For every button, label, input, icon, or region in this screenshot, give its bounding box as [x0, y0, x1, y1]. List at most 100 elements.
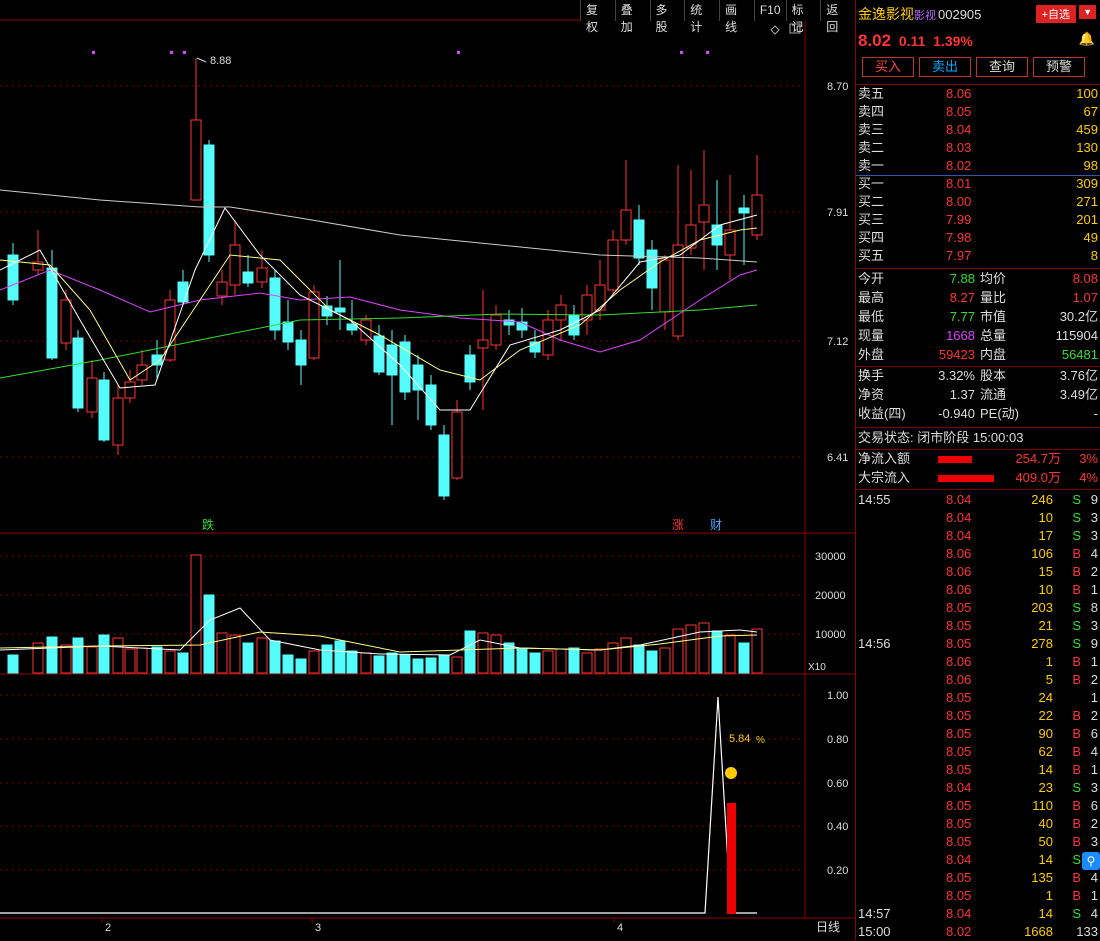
candle-body — [203, 144, 215, 256]
volume-bar — [136, 647, 148, 674]
tick-price: 8.02 — [946, 924, 972, 939]
stat-label: 内盘 — [980, 347, 1007, 362]
tick-volume: 90 — [1038, 726, 1053, 741]
ind-unit: % — [756, 735, 765, 746]
flow-bar — [938, 475, 994, 482]
tick-price: 8.04 — [946, 528, 972, 543]
stat-row: 净资 1.37 流通 3.49亿 — [856, 386, 1100, 404]
flow-pct: 4% — [1079, 470, 1098, 485]
stat-value: 7.77 — [949, 309, 975, 324]
stat-value: 7.88 — [949, 271, 975, 286]
tick-side: S — [1072, 528, 1081, 543]
price-line: 8.02 0.11 1.39% — [858, 31, 973, 51]
alert-bell-icon[interactable]: 🔔 — [1079, 31, 1095, 47]
signal-dot — [706, 51, 709, 54]
tick-count: 3 — [1090, 510, 1098, 525]
toolbar-button-6[interactable]: 标记 — [785, 0, 821, 34]
signal-dot — [170, 51, 173, 54]
trade-button-3[interactable]: 预警 — [1033, 57, 1085, 77]
order-price: 8.01 — [946, 176, 972, 191]
volume-bar — [86, 646, 98, 674]
kline-chart-area[interactable]: 8.70 7.91 7.12 6.41 30000 20000 10000 X10 1.00 0.… — [0, 0, 855, 940]
order-volume: 8 — [1090, 248, 1098, 263]
toolbar-button-3[interactable]: 统计 — [684, 0, 719, 34]
candle-body — [46, 267, 58, 359]
tick-side: B — [1072, 672, 1081, 687]
stat-label: 均价 — [980, 271, 1007, 286]
price-tick-label: 8.70 — [827, 81, 848, 93]
watchlist-dropdown-icon[interactable]: ▼ — [1079, 5, 1096, 19]
toolbar-button-5[interactable]: F10 — [753, 0, 786, 21]
tick-volume: 23 — [1038, 780, 1053, 795]
volume-bar — [190, 554, 202, 674]
tick-price: 8.05 — [946, 888, 972, 903]
trade-button-2[interactable]: 查询 — [976, 57, 1028, 77]
volume-bar — [151, 646, 163, 674]
tick-price: 8.05 — [946, 744, 972, 759]
tick-count: 4 — [1090, 744, 1098, 759]
tick-volume: 1 — [1045, 654, 1053, 669]
toolbar-button-0[interactable]: 复权 — [580, 0, 615, 34]
stat-value: -0.940 — [938, 406, 975, 421]
tick-time: 14:56 — [858, 636, 891, 651]
kline-chart[interactable]: 8.70 7.91 7.12 6.41 30000 20000 10000 X10 1.00 0.… — [0, 0, 855, 940]
toolbar-button-4[interactable]: 画线 — [719, 0, 754, 34]
indicator-bar — [727, 803, 736, 914]
order-volume: 201 — [1076, 212, 1098, 227]
tick-volume: 17 — [1038, 528, 1053, 543]
volume-bar — [581, 652, 593, 674]
order-label: 卖二 — [858, 140, 885, 155]
toolbar-button-1[interactable]: 叠加 — [614, 0, 650, 34]
volume-bar — [659, 647, 671, 674]
tick-count: 6 — [1090, 726, 1098, 741]
volume-bar — [425, 657, 437, 674]
candle-body — [412, 364, 424, 391]
tick-time: 15:00 — [858, 924, 891, 939]
toolbar-button-2[interactable]: 多股 — [649, 0, 685, 34]
toolbar-button-7[interactable]: 返回 — [820, 0, 855, 34]
tick-count: 3 — [1090, 780, 1098, 795]
tick-side: B — [1072, 708, 1081, 723]
stat-label: 市值 — [980, 309, 1007, 324]
ind-tick-label: 0.80 — [827, 734, 848, 746]
stat-value: 115904 — [1055, 328, 1098, 343]
tick-side: B — [1072, 834, 1081, 849]
order-volume: 271 — [1076, 194, 1098, 209]
candle-body — [698, 204, 710, 223]
flow-pct: 3% — [1079, 451, 1098, 466]
volume-bar — [256, 637, 268, 674]
trade-button-0[interactable]: 买入 — [862, 57, 914, 77]
order-label: 买五 — [858, 248, 885, 263]
indicator-line — [0, 696, 757, 914]
ind-tick-label: 0.20 — [827, 865, 848, 877]
price-change: 0.11 — [898, 33, 926, 49]
stat-value: 8.27 — [949, 290, 975, 305]
order-book-row: 买三 7.99 201 — [856, 211, 1100, 229]
tick-volume: 14 — [1038, 852, 1053, 867]
volume-bar — [529, 652, 541, 674]
stat-label: 股本 — [980, 368, 1007, 383]
order-book-row: 买二 8.00 271 — [856, 193, 1100, 211]
ind-value: 5.84 — [729, 733, 750, 745]
date-label: 3 — [315, 922, 321, 934]
tick-count: 2 — [1090, 708, 1098, 723]
order-price: 8.04 — [946, 122, 972, 137]
tick-count: 9 — [1090, 636, 1098, 651]
tick-price: 8.04 — [946, 906, 972, 921]
tick-side: S — [1072, 618, 1081, 633]
tick-row: 8.05 62 B 4 — [856, 743, 1100, 761]
order-book-row: 买四 7.98 49 — [856, 229, 1100, 247]
add-watchlist-button[interactable]: +自选 — [1035, 5, 1076, 23]
order-label: 买二 — [858, 194, 885, 209]
volume-bar — [477, 632, 489, 674]
candle-body — [242, 271, 254, 284]
tick-row: 8.05 203 S 8 — [856, 599, 1100, 617]
stat-value: 1.07 — [1072, 290, 1098, 305]
flow-value: 254.7万 — [1015, 451, 1061, 466]
ind-tick-label: 0.60 — [827, 778, 848, 790]
stock-code: 002905 — [938, 7, 982, 22]
signal-dot — [183, 51, 186, 54]
trade-button-1[interactable]: 卖出 — [919, 57, 971, 77]
order-label: 卖一 — [858, 158, 885, 173]
link-icon[interactable]: ⚲ — [1082, 852, 1100, 870]
